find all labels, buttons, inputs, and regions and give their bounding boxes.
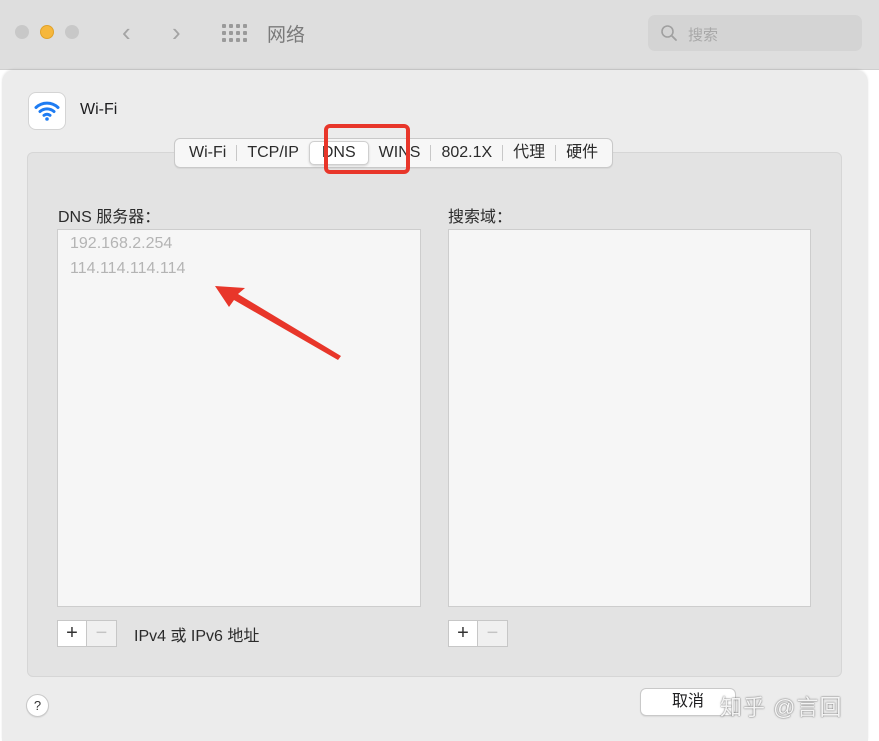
add-search-domain-button[interactable]: + <box>448 620 478 647</box>
dns-server-row[interactable]: 192.168.2.254 <box>58 231 420 256</box>
red-arrow-annotation-icon <box>215 286 341 360</box>
search-domains-list[interactable] <box>448 229 811 607</box>
search-icon <box>661 25 677 41</box>
dns-address-hint: IPv4 或 IPv6 地址 <box>134 628 260 645</box>
zhihu-watermark: 知乎 @言回 <box>720 695 843 720</box>
show-all-grid-icon[interactable] <box>222 24 248 42</box>
close-window-button[interactable] <box>15 25 29 39</box>
help-button[interactable]: ? <box>26 694 49 717</box>
tab-wifi[interactable]: Wi-Fi <box>179 142 236 164</box>
tab-hardware[interactable]: 硬件 <box>556 142 608 164</box>
interface-name: Wi-Fi <box>80 101 118 118</box>
tab-8021x[interactable]: 802.1X <box>431 142 502 164</box>
window-titlebar: ‹ › 网络 搜索 <box>0 0 879 70</box>
minimize-window-button[interactable] <box>40 25 54 39</box>
add-dns-server-button[interactable]: + <box>57 620 87 647</box>
search-domains-label: 搜索域： <box>448 209 513 226</box>
tab-tcpip[interactable]: TCP/IP <box>237 142 309 164</box>
dns-server-row[interactable]: 114.114.114.114 <box>58 256 420 281</box>
forward-arrow-icon[interactable]: › <box>172 18 181 46</box>
remove-dns-server-button[interactable]: − <box>87 620 117 647</box>
zoom-window-button[interactable] <box>65 25 79 39</box>
wifi-icon <box>28 92 66 130</box>
dns-tab-highlight-annotation <box>324 124 410 174</box>
back-arrow-icon[interactable]: ‹ <box>122 18 131 46</box>
dns-servers-label: DNS 服务器： <box>58 209 161 226</box>
tab-proxy[interactable]: 代理 <box>503 142 555 164</box>
remove-search-domain-button[interactable]: − <box>478 620 508 647</box>
window-title: 网络 <box>267 25 306 46</box>
search-domain-add-remove-control: + − <box>448 620 508 647</box>
search-input[interactable]: 搜索 <box>648 15 862 51</box>
search-placeholder: 搜索 <box>688 27 719 44</box>
dns-add-remove-control: + − <box>57 620 117 647</box>
